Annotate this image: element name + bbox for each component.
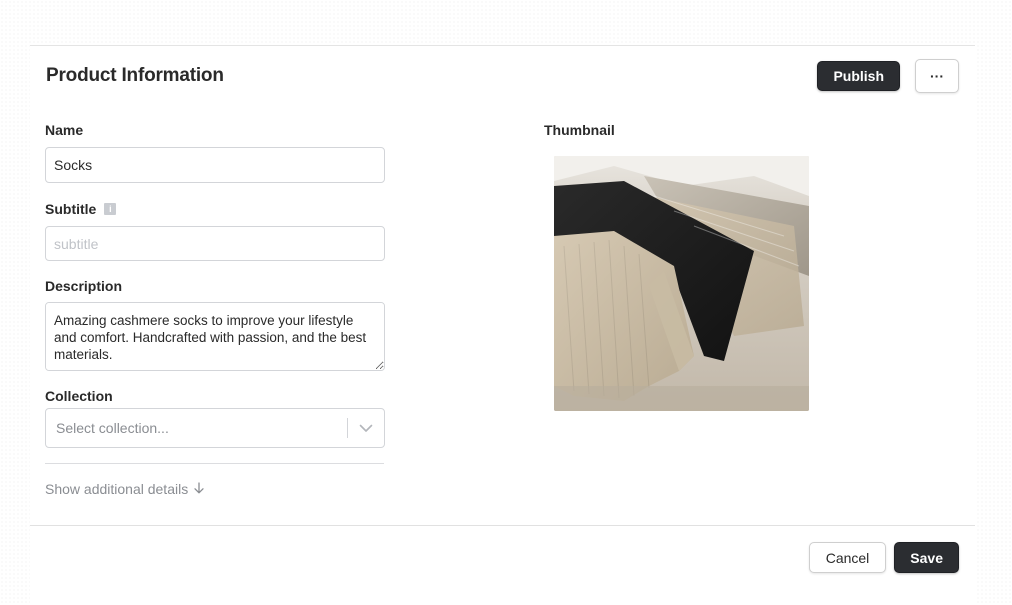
info-icon[interactable]: i — [104, 202, 117, 215]
name-field[interactable] — [45, 147, 385, 183]
collection-label-text: Collection — [45, 387, 113, 404]
name-label: Name — [45, 121, 385, 138]
subtitle-label: Subtitle i — [45, 200, 385, 217]
footer-actions: Cancel Save — [808, 542, 959, 573]
form-divider — [45, 463, 384, 464]
thumbnail-label: Thumbnail — [544, 121, 809, 138]
description-label: Description — [45, 277, 385, 294]
save-button[interactable]: Save — [894, 542, 959, 573]
collection-label: Collection — [45, 387, 385, 404]
description-label-text: Description — [45, 277, 123, 294]
collection-select-placeholder: Select collection... — [56, 420, 169, 436]
more-options-button[interactable]: ··· — [915, 59, 959, 93]
product-form: Name Subtitle i Description Amazing cash… — [45, 121, 385, 497]
page-title: Product Information — [46, 65, 224, 86]
collection-select[interactable]: Select collection... — [45, 408, 385, 448]
subtitle-label-text: Subtitle — [45, 200, 97, 217]
header-actions: Publish ··· — [817, 59, 959, 93]
publish-button[interactable]: Publish — [817, 61, 900, 91]
page-background: Product Information Publish ··· Name Sub… — [0, 0, 1012, 605]
chevron-down-icon[interactable] — [348, 409, 384, 447]
thumbnail-label-text: Thumbnail — [544, 121, 615, 138]
show-additional-details-link[interactable]: Show additional details — [45, 481, 385, 497]
panel-header: Product Information Publish ··· — [46, 59, 959, 93]
cancel-button[interactable]: Cancel — [808, 542, 887, 573]
footer-divider — [30, 525, 975, 526]
subtitle-field[interactable] — [45, 226, 385, 261]
product-information-panel: Product Information Publish ··· Name Sub… — [30, 45, 975, 605]
thumbnail-section: Thumbnail — [544, 121, 809, 411]
description-field[interactable]: Amazing cashmere socks to improve your l… — [45, 302, 385, 371]
socks-photo — [554, 156, 809, 411]
arrow-down-icon — [194, 481, 204, 497]
thumbnail-image[interactable] — [554, 156, 809, 411]
show-additional-details-label: Show additional details — [45, 481, 189, 497]
name-label-text: Name — [45, 121, 84, 138]
